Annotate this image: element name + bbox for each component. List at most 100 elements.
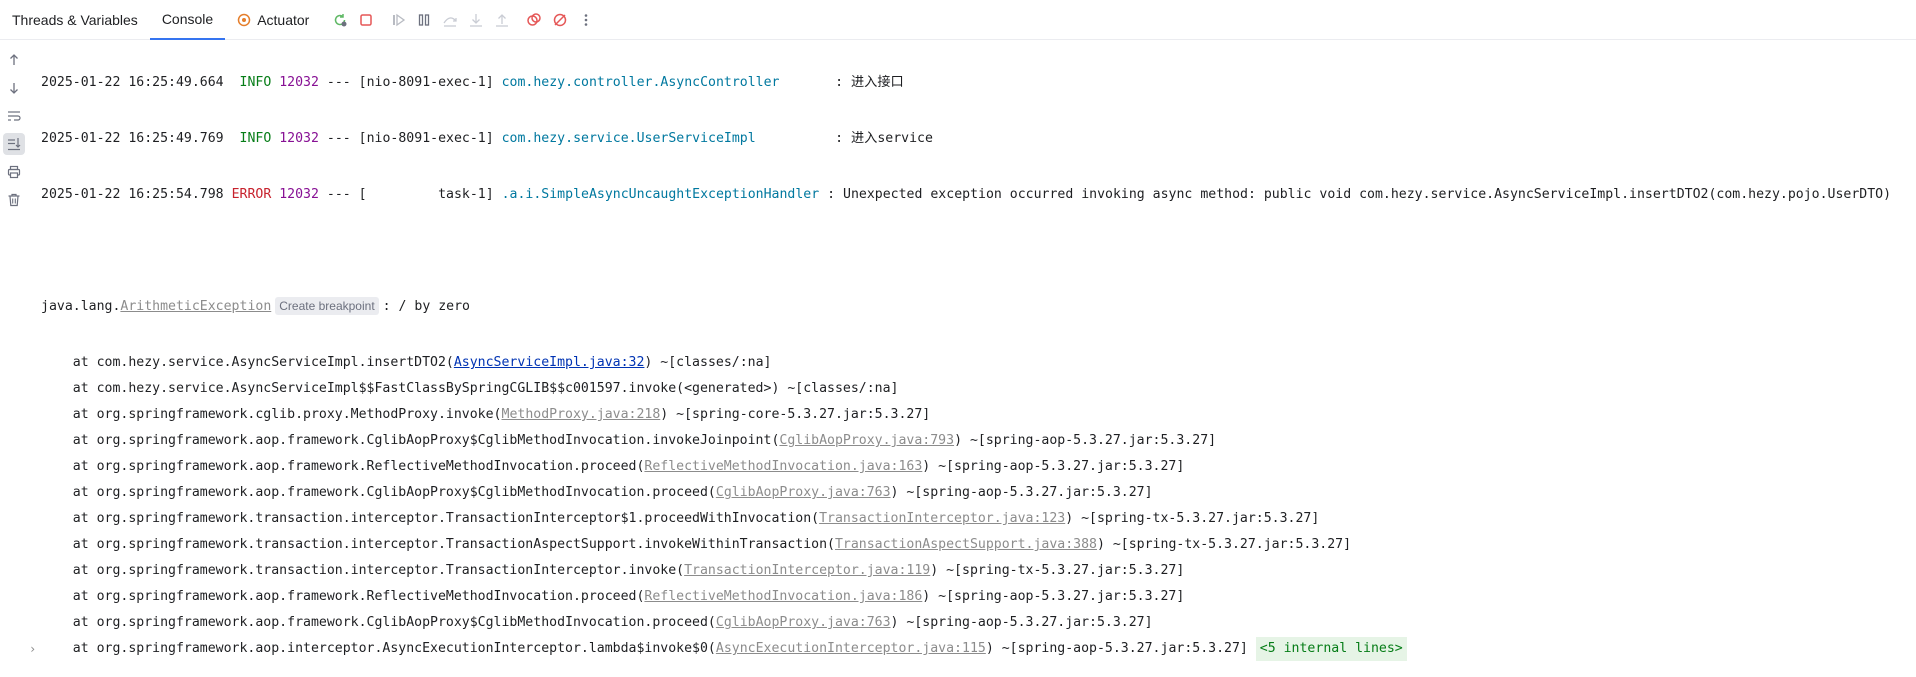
clear-icon[interactable] <box>3 189 25 211</box>
stack-frame-jar: ) ~[spring-aop-5.3.27.jar:5.3.27] <box>954 433 1217 448</box>
more-icon[interactable] <box>575 9 597 31</box>
scroll-up-icon[interactable] <box>3 49 25 71</box>
stack-frame: at org.springframework.aop.framework.Cgl… <box>41 610 1916 636</box>
stack-frame-method: at org.springframework.cglib.proxy.Metho… <box>41 407 502 422</box>
stop-icon[interactable] <box>355 9 377 31</box>
source-link[interactable]: ReflectiveMethodInvocation.java:186 <box>644 589 922 604</box>
stack-frame-jar: ) ~[spring-aop-5.3.27.jar:5.3.27] <box>922 589 1185 604</box>
log-timestamp: 2025-01-22 16:25:49.769 <box>41 131 224 146</box>
source-link[interactable]: ReflectiveMethodInvocation.java:163 <box>644 459 922 474</box>
log-separator: --- <box>326 75 351 90</box>
stack-frame: at org.springframework.aop.framework.Cgl… <box>41 428 1916 454</box>
expand-chevron-icon[interactable]: › <box>29 636 36 662</box>
mute-breakpoints-icon[interactable] <box>549 9 571 31</box>
stack-trace: at com.hezy.service.AsyncServiceImpl.ins… <box>29 350 1916 662</box>
console-output[interactable]: 2025-01-22 16:25:49.664 INFO 12032 --- [… <box>29 40 1916 661</box>
exception-prefix: java.lang. <box>41 299 121 314</box>
tab-console-label: Console <box>161 10 214 27</box>
source-link[interactable]: TransactionAspectSupport.java:388 <box>835 537 1097 552</box>
stack-frame-method: at org.springframework.aop.framework.Ref… <box>41 459 645 474</box>
log-level: ERROR <box>231 187 272 202</box>
log-pid: 12032 <box>279 131 319 146</box>
tab-actuator[interactable]: Actuator <box>225 0 321 40</box>
log-logger: com.hezy.controller.AsyncController <box>501 75 828 90</box>
source-link[interactable]: MethodProxy.java:218 <box>502 407 661 422</box>
rerun-icon[interactable] <box>329 9 351 31</box>
log-line: 2025-01-22 16:25:49.769 INFO 12032 --- [… <box>41 126 1916 152</box>
stack-frame-jar: ) ~[spring-aop-5.3.27.jar:5.3.27] <box>890 485 1153 500</box>
view-breakpoints-icon[interactable] <box>523 9 545 31</box>
stack-frame-method: at com.hezy.service.AsyncServiceImpl$$Fa… <box>41 381 899 396</box>
stack-frame: at org.springframework.cglib.proxy.Metho… <box>41 402 1916 428</box>
stack-frame-method: at org.springframework.transaction.inter… <box>41 511 820 526</box>
stack-frame-jar: ) ~[spring-aop-5.3.27.jar:5.3.27] <box>985 641 1248 656</box>
log-message: : 进入接口 <box>835 75 904 90</box>
stack-frame-method: at com.hezy.service.AsyncServiceImpl.ins… <box>41 355 454 370</box>
log-thread: [nio-8091-exec-1] <box>358 75 494 90</box>
stack-frame-jar: ) ~[spring-tx-5.3.27.jar:5.3.27] <box>930 563 1185 578</box>
stack-frame: › at org.springframework.aop.interceptor… <box>29 636 1916 662</box>
step-into-icon[interactable] <box>465 9 487 31</box>
stack-frame-method: at org.springframework.aop.framework.Cgl… <box>41 615 716 630</box>
stack-frame: at org.springframework.aop.framework.Ref… <box>41 584 1916 610</box>
create-breakpoint-button[interactable]: Create breakpoint <box>275 297 379 315</box>
source-link[interactable]: TransactionInterceptor.java:123 <box>819 511 1065 526</box>
exception-message: : / by zero <box>382 299 470 314</box>
log-thread: [ task-1] <box>358 187 494 202</box>
source-link[interactable]: TransactionInterceptor.java:119 <box>684 563 930 578</box>
tab-threads-label: Threads & Variables <box>12 11 138 28</box>
log-separator: --- <box>326 131 351 146</box>
source-link[interactable]: CglibAopProxy.java:763 <box>716 615 891 630</box>
stack-frame: at org.springframework.aop.framework.Cgl… <box>41 480 1916 506</box>
log-message: : 进入service <box>835 131 933 146</box>
tab-console[interactable]: Console <box>149 0 226 40</box>
tab-threads-variables[interactable]: Threads & Variables <box>0 0 150 40</box>
log-separator: --- <box>326 187 351 202</box>
source-link[interactable]: AsyncExecutionInterceptor.java:115 <box>716 641 986 656</box>
stack-frame: at com.hezy.service.AsyncServiceImpl$$Fa… <box>41 376 1916 402</box>
print-icon[interactable] <box>3 161 25 183</box>
log-pid: 12032 <box>279 75 319 90</box>
pause-icon[interactable] <box>413 9 435 31</box>
scroll-down-icon[interactable] <box>3 77 25 99</box>
scroll-to-end-icon[interactable] <box>3 133 25 155</box>
source-link[interactable]: AsyncServiceImpl.java:32 <box>454 355 645 370</box>
source-link[interactable]: CglibAopProxy.java:763 <box>716 485 891 500</box>
log-thread: [nio-8091-exec-1] <box>358 131 494 146</box>
resume-icon[interactable] <box>387 9 409 31</box>
stack-frame-method: at org.springframework.transaction.inter… <box>41 563 685 578</box>
stack-frame: at org.springframework.transaction.inter… <box>41 532 1916 558</box>
source-link[interactable]: CglibAopProxy.java:793 <box>779 433 954 448</box>
stack-frame: at org.springframework.transaction.inter… <box>41 558 1916 584</box>
log-pid: 12032 <box>279 187 319 202</box>
tab-actuator-label: Actuator <box>257 11 310 28</box>
stack-frame: at org.springframework.aop.framework.Ref… <box>41 454 1916 480</box>
step-over-icon[interactable] <box>439 9 461 31</box>
stack-frame-jar: ) ~[spring-tx-5.3.27.jar:5.3.27] <box>1096 537 1352 552</box>
exception-class-link[interactable]: ArithmeticException <box>120 299 271 314</box>
log-logger: com.hezy.service.UserServiceImpl <box>501 131 828 146</box>
debug-toolbar: Threads & Variables Console Actuator <box>0 0 1916 40</box>
stack-frame-method: at org.springframework.aop.framework.Cgl… <box>41 433 780 448</box>
log-level: INFO <box>231 131 272 146</box>
step-out-icon[interactable] <box>491 9 513 31</box>
log-timestamp: 2025-01-22 16:25:54.798 <box>41 187 224 202</box>
stack-frame-jar: ) ~[spring-aop-5.3.27.jar:5.3.27] <box>922 459 1185 474</box>
log-level: INFO <box>231 75 272 90</box>
stack-frame-jar: ) ~[classes/:na] <box>644 355 772 370</box>
log-line-error: 2025-01-22 16:25:54.798 ERROR 12032 --- … <box>41 182 1916 208</box>
console-side-toolbar <box>0 41 28 503</box>
log-message: : Unexpected exception occurred invoking… <box>827 187 1892 202</box>
stack-frame-method: at org.springframework.aop.framework.Ref… <box>41 589 645 604</box>
stack-frame-jar: ) ~[spring-core-5.3.27.jar:5.3.27] <box>660 407 931 422</box>
stack-frame-jar: ) ~[spring-tx-5.3.27.jar:5.3.27] <box>1065 511 1320 526</box>
internal-lines-fold[interactable]: <5 internal lines> <box>1255 637 1407 661</box>
soft-wrap-icon[interactable] <box>3 105 25 127</box>
stack-frame-method: at org.springframework.transaction.inter… <box>41 537 835 552</box>
log-timestamp: 2025-01-22 16:25:49.664 <box>41 75 224 90</box>
log-line: 2025-01-22 16:25:49.664 INFO 12032 --- [… <box>41 70 1916 96</box>
stack-frame: at org.springframework.transaction.inter… <box>41 506 1916 532</box>
actuator-icon <box>237 13 251 27</box>
log-logger: .a.i.SimpleAsyncUncaughtExceptionHandler <box>501 187 820 202</box>
